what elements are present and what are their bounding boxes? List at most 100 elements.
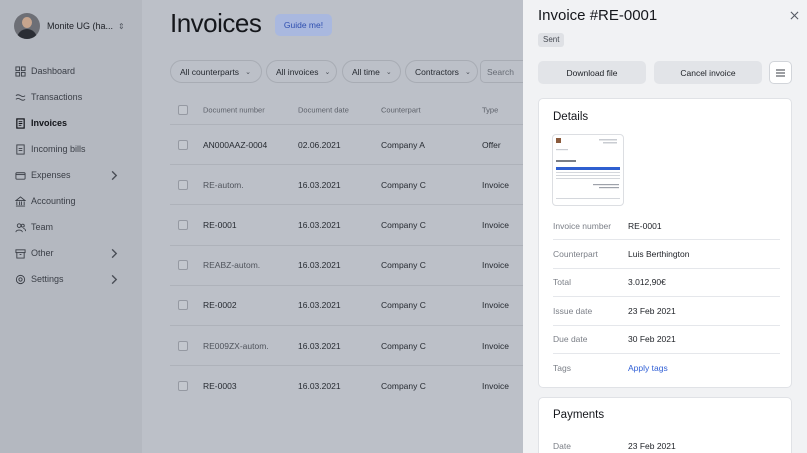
sidebar-item-label: Expenses (31, 170, 71, 180)
counterpart: Company C (381, 260, 426, 271)
sidebar-item-label: Other (31, 248, 54, 258)
invoices-table: Document number Document date Counterpar… (170, 96, 523, 405)
cancel-invoice-button[interactable]: Cancel invoice (654, 61, 762, 84)
sidebar-item-label: Team (31, 222, 54, 232)
drawer-title: Invoice #RE-0001 (538, 7, 658, 24)
column-header[interactable]: Counterpart (381, 106, 421, 115)
more-menu-button[interactable] (769, 61, 792, 84)
counterpart: Company C (381, 300, 426, 311)
document-type: Invoice (482, 219, 509, 230)
select-all-checkbox[interactable] (178, 105, 188, 115)
dashboard-icon (15, 65, 26, 77)
transactions-icon (15, 93, 26, 101)
invoices-icon (16, 117, 25, 129)
payment-date: Date 23 Feb 2021 (553, 432, 780, 453)
payments-title: Payments (553, 409, 605, 421)
filter-label: All counterparts (180, 66, 240, 77)
chevron-right-icon (111, 248, 118, 259)
sidebar-item-expenses[interactable]: Expenses (0, 162, 142, 188)
sidebar-item-label: Settings (31, 274, 64, 284)
row-checkbox[interactable] (178, 300, 188, 311)
apply-tags-link[interactable]: Apply tags (628, 363, 668, 373)
close-icon[interactable] (790, 11, 799, 20)
main-content: Invoices Guide me! All counterparts ⌄ All… (142, 0, 540, 453)
profile-switcher[interactable]: Monite UG (ha... ⇕ (14, 13, 125, 39)
sidebar: Monite UG (ha... ⇕ Dashboard Transaction… (0, 0, 142, 453)
detail-total: Total 3.012,90€ (553, 269, 780, 298)
table-row[interactable]: RE009ZX-autom. 16.03.2021 Company C Invo… (170, 324, 523, 365)
filter-counterparts[interactable]: All counterparts ⌄ (170, 60, 262, 83)
detail-label: Counterpart (553, 249, 598, 260)
table-row[interactable]: RE-0003 16.03.2021 Company C Invoice (170, 365, 523, 405)
details-card: Details Invoice number RE-0001 Counterpa… (538, 98, 792, 388)
detail-label: Total (553, 277, 571, 288)
table-row[interactable]: RE-0002 16.03.2021 Company C Invoice (170, 284, 523, 325)
detail-value: 3.012,90€ (628, 277, 666, 288)
document-type: Invoice (482, 340, 509, 351)
detail-value: 30 Feb 2021 (628, 334, 676, 345)
sidebar-item-incoming-bills[interactable]: Incoming bills (0, 136, 142, 162)
column-header[interactable]: Type (482, 106, 498, 115)
sidebar-item-invoices[interactable]: Invoices (0, 110, 142, 136)
detail-label: Issue date (553, 305, 593, 316)
sidebar-item-label: Accounting (31, 196, 76, 206)
sidebar-item-settings[interactable]: Settings (0, 266, 142, 292)
counterpart: Company C (381, 380, 426, 391)
table-header: Document number Document date Counterpar… (170, 96, 523, 124)
table-row[interactable]: AN000AAZ-0004 02.06.2021 Company A Offer (170, 124, 523, 164)
sidebar-item-transactions[interactable]: Transactions (0, 84, 142, 110)
guide-me-button[interactable]: Guide me! (275, 14, 332, 36)
row-checkbox[interactable] (178, 380, 188, 391)
table-row[interactable]: RE-0001 16.03.2021 Company C Invoice (170, 204, 523, 244)
profile-name: Monite UG (ha... (47, 21, 114, 31)
document-date: 16.03.2021 (298, 300, 341, 311)
incoming-bills-icon (16, 143, 25, 155)
document-number: RE-autom. (203, 179, 244, 190)
row-checkbox[interactable] (178, 179, 188, 190)
chevron-down-icon: ⌄ (324, 68, 331, 76)
document-type: Invoice (482, 380, 509, 391)
detail-tags: Tags Apply tags (553, 354, 780, 382)
table-row[interactable]: REABZ-autom. 16.03.2021 Company C Invoic… (170, 244, 523, 285)
sidebar-item-team[interactable]: Team (0, 214, 142, 240)
sidebar-nav: Dashboard Transactions Invoices Incoming… (0, 58, 142, 292)
document-date: 16.03.2021 (298, 179, 341, 190)
sidebar-item-dashboard[interactable]: Dashboard (0, 58, 142, 84)
row-checkbox[interactable] (178, 340, 188, 351)
invoice-drawer: Invoice #RE-0001 Sent Download file Canc… (523, 0, 807, 453)
sidebar-item-accounting[interactable]: Accounting (0, 188, 142, 214)
column-header[interactable]: Document number (203, 106, 265, 115)
detail-counterpart: Counterpart Luis Berthington (553, 240, 780, 269)
row-checkbox[interactable] (178, 139, 188, 150)
payments-card: Payments Date 23 Feb 2021 (538, 397, 792, 453)
filter-time[interactable]: All time ⌄ (342, 60, 401, 83)
sidebar-item-label: Transactions (31, 92, 83, 102)
sidebar-item-label: Dashboard (31, 66, 76, 76)
download-file-button[interactable]: Download file (538, 61, 646, 84)
document-number: RE-0001 (203, 219, 237, 230)
column-header[interactable]: Document date (298, 106, 349, 115)
row-checkbox[interactable] (178, 260, 188, 271)
document-type: Invoice (482, 300, 509, 311)
detail-label: Due date (553, 334, 588, 345)
document-number: RE-0002 (203, 300, 237, 311)
sidebar-item-other[interactable]: Other (0, 240, 142, 266)
invoice-preview-thumbnail[interactable] (552, 134, 624, 206)
table-row[interactable]: RE-autom. 16.03.2021 Company C Invoice (170, 164, 523, 204)
document-date: 16.03.2021 (298, 380, 341, 391)
filter-invoices[interactable]: All invoices ⌄ (266, 60, 337, 83)
accounting-icon (15, 195, 26, 207)
document-type: Invoice (482, 179, 509, 190)
other-icon (15, 248, 26, 259)
document-type: Invoice (482, 260, 509, 271)
chevron-right-icon (111, 274, 118, 285)
row-checkbox[interactable] (178, 219, 188, 230)
document-number: RE-0003 (203, 380, 237, 391)
expenses-icon (15, 171, 26, 180)
status-badge: Sent (538, 33, 565, 47)
document-number: RE009ZX-autom. (203, 340, 269, 351)
filter-contractors[interactable]: Contractors ⌄ (405, 60, 478, 83)
chevron-down-icon: ⌄ (464, 68, 471, 76)
detail-due-date: Due date 30 Feb 2021 (553, 326, 780, 354)
counterpart: Company C (381, 179, 426, 190)
